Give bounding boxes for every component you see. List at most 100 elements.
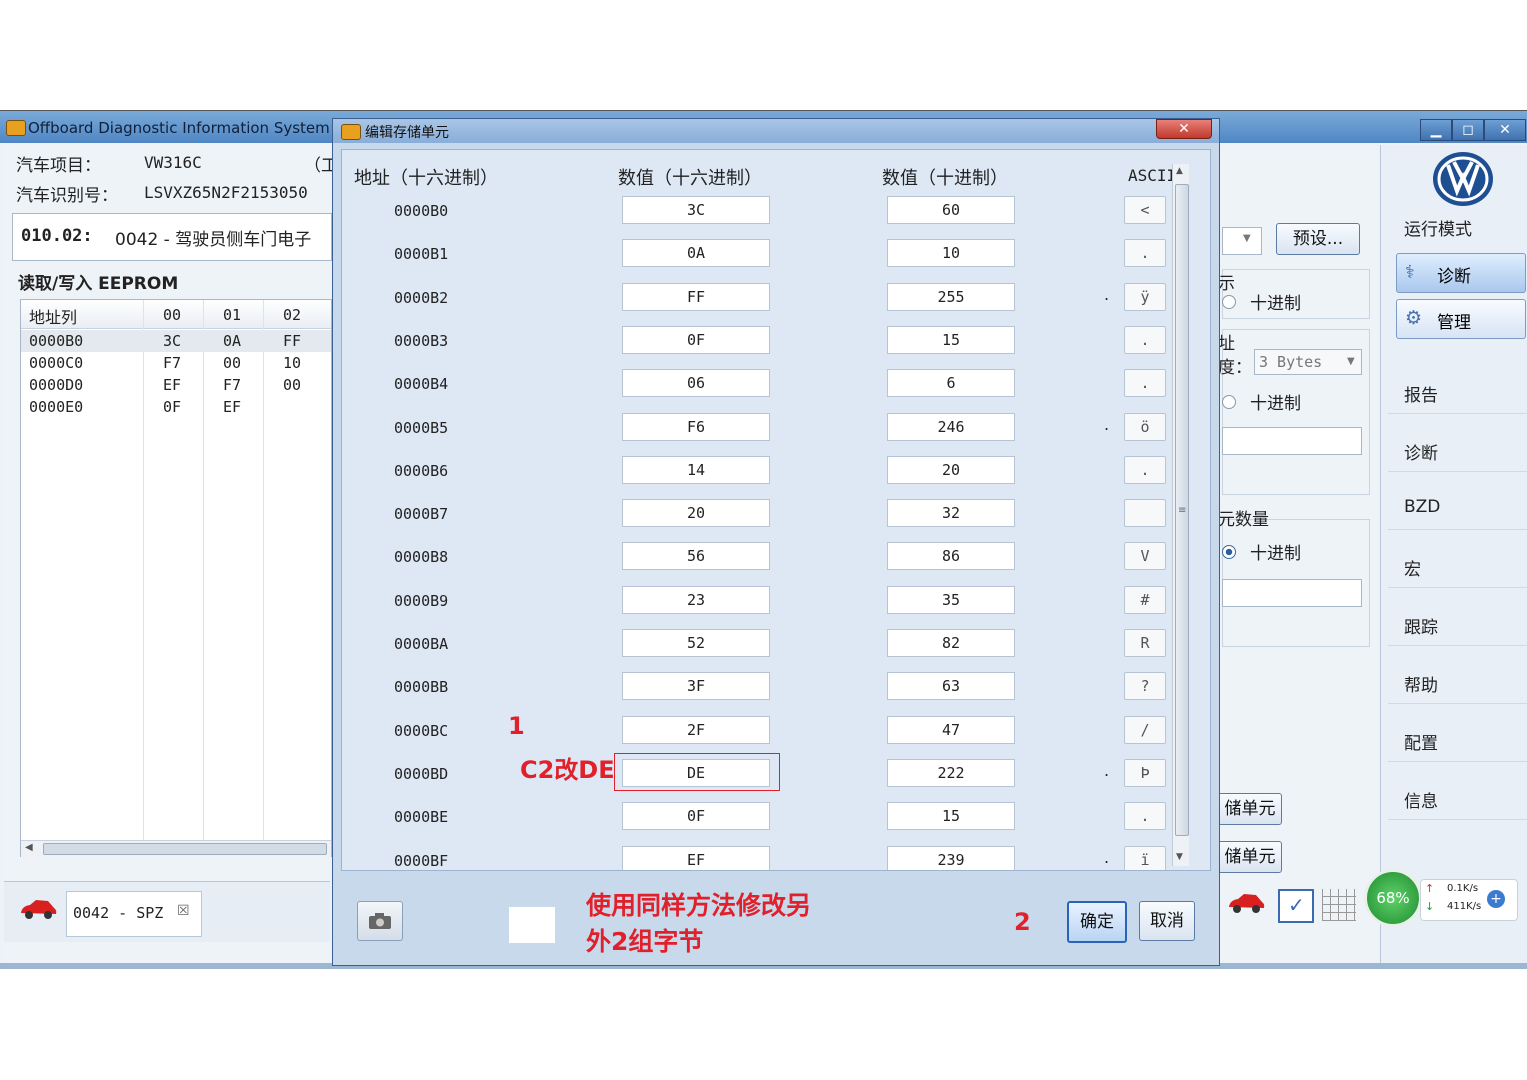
ascii-button[interactable]: ÿ xyxy=(1124,282,1166,311)
address-input[interactable] xyxy=(1222,427,1362,455)
dec-value-input[interactable]: 255 xyxy=(887,282,1015,311)
write-memory-button[interactable]: 储单元 xyxy=(1218,841,1282,873)
hex-value-input[interactable]: 14 xyxy=(622,455,770,484)
minimize-button[interactable]: ▁ xyxy=(1420,119,1452,141)
ascii-button[interactable]: ö xyxy=(1124,412,1166,441)
scroll-up-icon[interactable]: ▲ xyxy=(1176,166,1183,176)
grid-cell[interactable]: EF xyxy=(223,398,241,416)
dec-value-input[interactable]: 60 xyxy=(887,196,1015,224)
radio-decimal-1[interactable] xyxy=(1222,295,1236,309)
dec-value-input[interactable]: 10 xyxy=(887,239,1015,268)
radio-decimal-2[interactable] xyxy=(1222,395,1236,409)
hex-value-input[interactable]: 3F xyxy=(622,672,770,701)
hex-value-input[interactable]: 23 xyxy=(622,585,770,614)
ok-button[interactable]: 确定 xyxy=(1067,901,1127,943)
dec-value-input[interactable]: 32 xyxy=(887,499,1015,528)
side-item-info[interactable]: 信息 xyxy=(1388,779,1527,820)
dialog-vscroll-thumb[interactable]: ≡ xyxy=(1175,184,1189,836)
grid-cell[interactable]: 0000C0 xyxy=(29,354,83,372)
ascii-button[interactable]: . xyxy=(1124,239,1166,268)
car-icon[interactable] xyxy=(18,897,58,925)
dialog-vscrollbar[interactable]: ▲ ≡ ▼ xyxy=(1172,164,1189,866)
grid-cell[interactable]: 0000B0 xyxy=(29,332,83,350)
ascii-button[interactable]: V xyxy=(1124,542,1166,571)
speed-gauge[interactable]: 68% xyxy=(1364,869,1422,927)
grid-cell[interactable]: F7 xyxy=(163,354,181,372)
dec-value-input[interactable]: 239 xyxy=(887,845,1015,870)
dec-value-input[interactable]: 63 xyxy=(887,672,1015,701)
dec-value-input[interactable]: 6 xyxy=(887,369,1015,398)
ascii-button[interactable]: ï xyxy=(1124,845,1166,870)
hex-value-input[interactable]: 0A xyxy=(622,239,770,268)
grid-cell[interactable]: 0000D0 xyxy=(29,376,83,394)
scroll-down-icon[interactable]: ▼ xyxy=(1176,852,1183,862)
hex-value-input[interactable]: 52 xyxy=(622,629,770,657)
side-item-bzd[interactable]: BZD xyxy=(1388,489,1527,530)
preset-button[interactable]: 预设... xyxy=(1276,223,1360,255)
grid-cell[interactable]: 0000E0 xyxy=(29,398,83,416)
dec-value-input[interactable]: 246 xyxy=(887,412,1015,441)
grid-cell[interactable]: 0A xyxy=(223,332,241,350)
dialog-titlebar[interactable]: 编辑存储单元 ✕ xyxy=(333,119,1219,143)
ascii-button[interactable]: . xyxy=(1124,802,1166,831)
close-button[interactable]: ✕ xyxy=(1484,119,1526,141)
checklist-icon[interactable]: ✓ xyxy=(1278,889,1314,923)
hex-value-input[interactable]: 0F xyxy=(622,802,770,831)
hex-value-input[interactable]: 0F xyxy=(622,325,770,354)
car-icon[interactable] xyxy=(1226,891,1266,919)
side-item-diagnose[interactable]: 诊断 xyxy=(1388,431,1527,472)
tab-close-icon[interactable]: ☒ xyxy=(177,903,190,919)
cancel-button[interactable]: 取消 xyxy=(1139,901,1195,941)
hex-value-input[interactable]: FF xyxy=(622,282,770,311)
camera-button[interactable] xyxy=(357,901,403,941)
grid-cell[interactable]: 3C xyxy=(163,332,181,350)
hex-value-input[interactable]: 3C xyxy=(622,196,770,224)
diagnose-mode-button[interactable]: ⚕ 诊断 xyxy=(1396,253,1526,293)
dec-value-input[interactable]: 35 xyxy=(887,585,1015,614)
plus-icon[interactable]: + xyxy=(1487,890,1505,908)
side-item-config[interactable]: 配置 xyxy=(1388,721,1527,762)
dec-value-input[interactable]: 20 xyxy=(887,455,1015,484)
hex-value-input[interactable]: 06 xyxy=(622,369,770,398)
ascii-button[interactable]: Þ xyxy=(1124,758,1166,787)
tab-0042-spz[interactable]: 0042 - SPZ ☒ xyxy=(66,891,202,937)
grid-cell[interactable]: FF xyxy=(283,332,301,350)
eeprom-grid[interactable]: 地址列 00 01 02 0000B0 3C 0A FF 0000C0 F7 0… xyxy=(20,299,332,857)
manage-mode-button[interactable]: ⚙ 管理 xyxy=(1396,299,1526,339)
ascii-button[interactable]: < xyxy=(1124,196,1166,224)
ascii-button[interactable] xyxy=(1124,499,1166,528)
radio-decimal-3[interactable] xyxy=(1222,545,1236,559)
hex-value-input[interactable]: 20 xyxy=(622,499,770,528)
grid-cell[interactable]: 00 xyxy=(223,354,241,372)
count-input[interactable] xyxy=(1222,579,1362,607)
read-memory-button[interactable]: 储单元 xyxy=(1218,793,1282,825)
scroll-left-icon[interactable]: ◀ xyxy=(25,842,33,853)
grid-icon[interactable] xyxy=(1322,889,1356,921)
grid-hscroll-thumb[interactable] xyxy=(43,843,327,855)
grid-cell[interactable]: 00 xyxy=(283,376,301,394)
dec-value-input[interactable]: 82 xyxy=(887,629,1015,657)
dec-value-input[interactable]: 222 xyxy=(887,758,1015,787)
maximize-button[interactable]: ◻ xyxy=(1452,119,1484,141)
hex-value-input[interactable]: EF xyxy=(622,845,770,870)
address-length-select[interactable]: 3 Bytes ▼ xyxy=(1254,349,1362,375)
dialog-close-button[interactable]: ✕ xyxy=(1156,119,1212,139)
grid-cell[interactable]: F7 xyxy=(223,376,241,394)
grid-cell[interactable]: 10 xyxy=(283,354,301,372)
dec-value-input[interactable]: 86 xyxy=(887,542,1015,571)
side-item-report[interactable]: 报告 xyxy=(1388,373,1527,414)
hex-value-input[interactable]: 2F xyxy=(622,715,770,744)
ascii-button[interactable]: . xyxy=(1124,369,1166,398)
combo-partial[interactable]: ▼ xyxy=(1222,227,1262,255)
dec-value-input[interactable]: 15 xyxy=(887,802,1015,831)
ascii-button[interactable]: . xyxy=(1124,325,1166,354)
hex-value-input[interactable]: F6 xyxy=(622,412,770,441)
side-item-help[interactable]: 帮助 xyxy=(1388,663,1527,704)
grid-hscrollbar[interactable]: ◀ xyxy=(21,840,331,857)
ascii-button[interactable]: # xyxy=(1124,585,1166,614)
ascii-button[interactable]: R xyxy=(1124,629,1166,657)
grid-cell[interactable]: EF xyxy=(163,376,181,394)
grid-cell[interactable]: 0F xyxy=(163,398,181,416)
hex-value-input[interactable]: 56 xyxy=(622,542,770,571)
ascii-button[interactable]: . xyxy=(1124,455,1166,484)
